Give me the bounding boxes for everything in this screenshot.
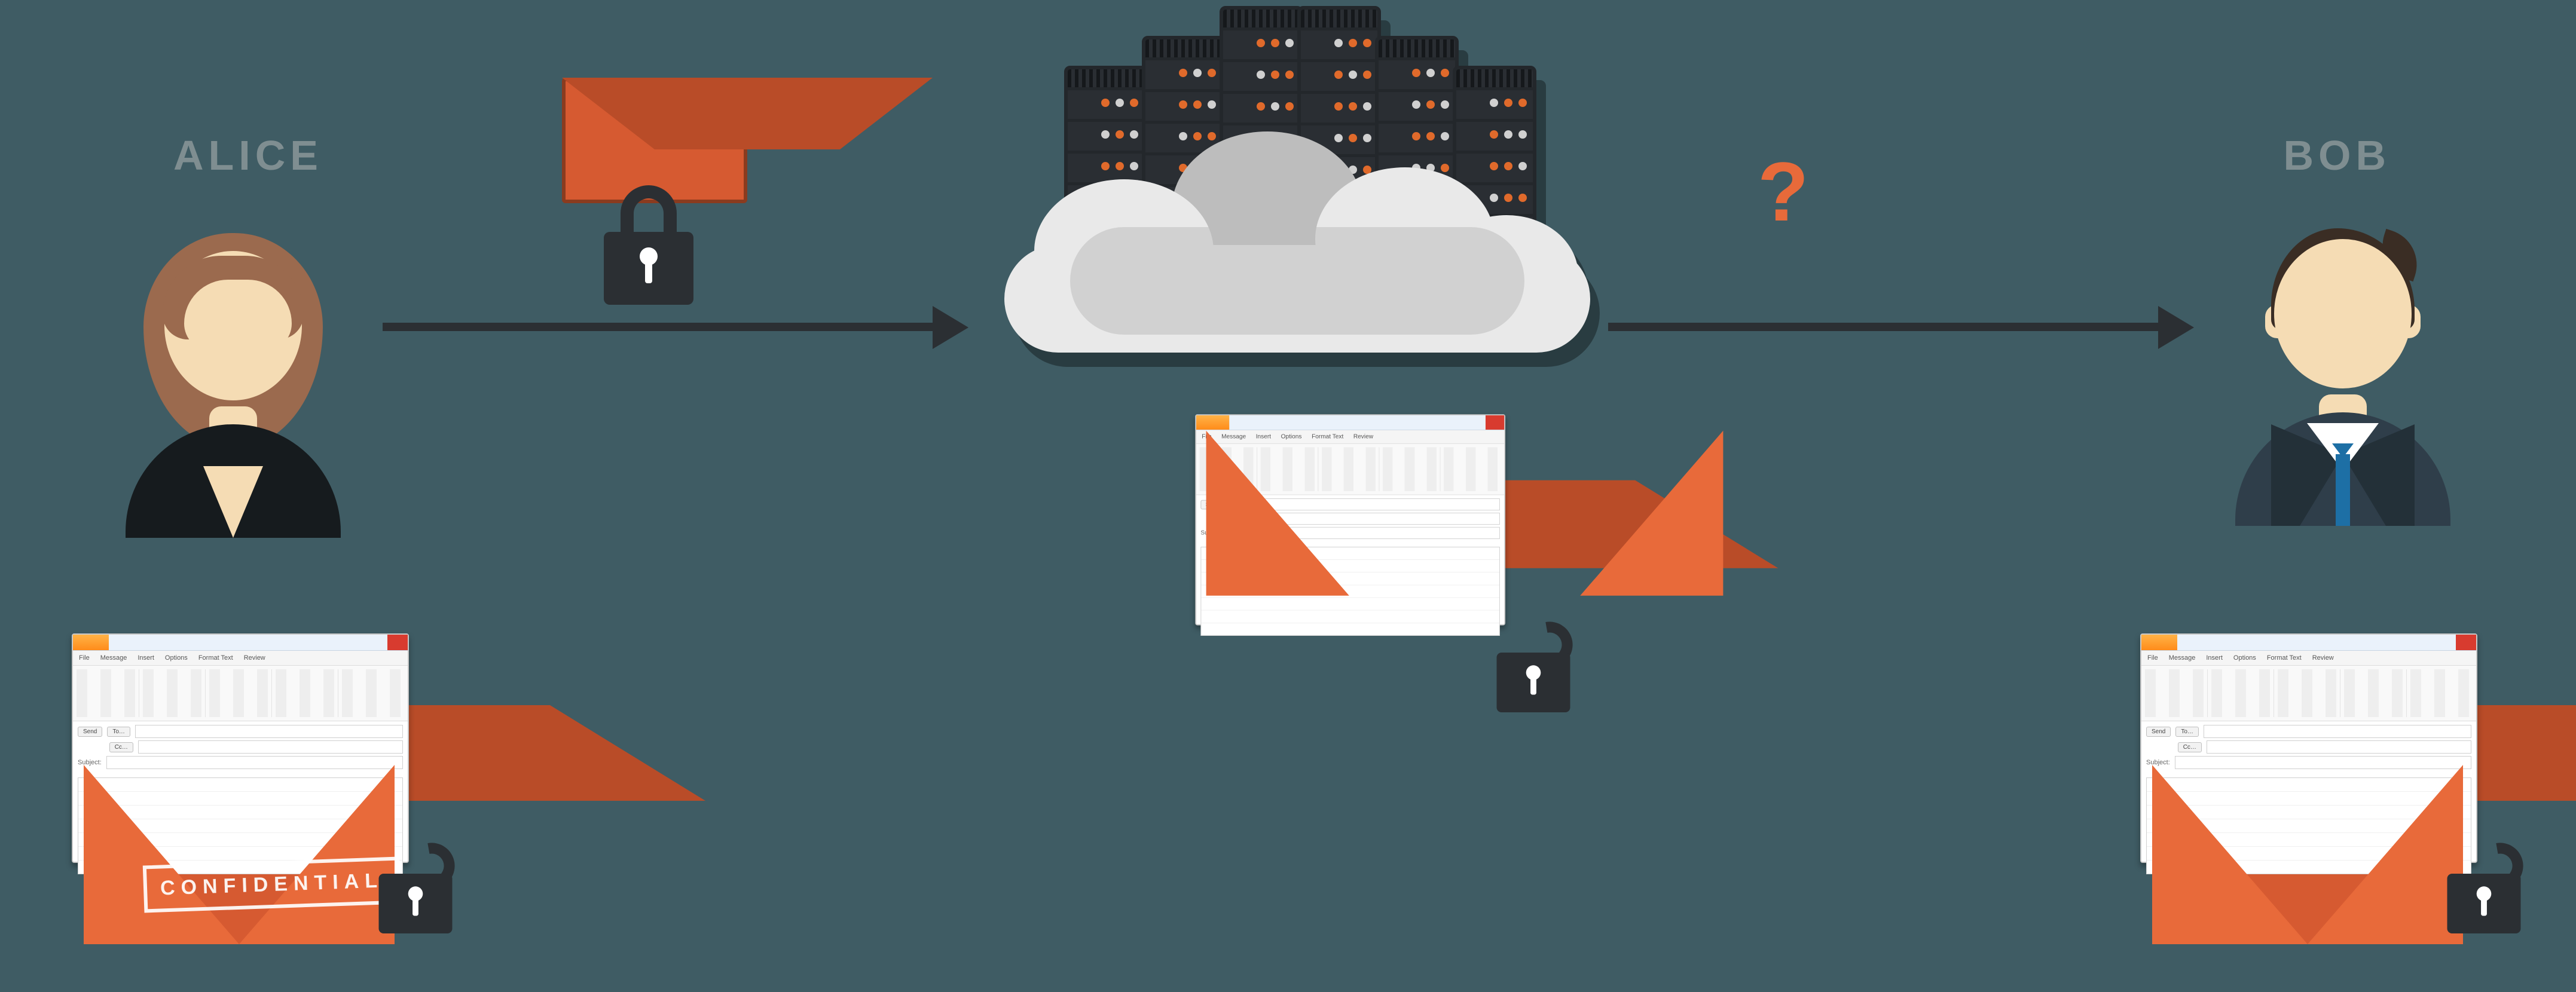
tab: Insert (137, 654, 154, 662)
to-field (2204, 725, 2471, 738)
arrow-right-icon (383, 323, 933, 331)
ribbon-group (2410, 669, 2473, 717)
person-alice-icon (108, 227, 359, 538)
cc-field (138, 740, 403, 754)
window-titlebar (1196, 415, 1504, 430)
ribbon-group (2278, 669, 2340, 717)
encryption-in-transit-diagram: ALICE BOB ? (0, 0, 2576, 992)
window-titlebar (73, 635, 408, 651)
tab: File (2147, 654, 2158, 662)
ribbon-group (2145, 669, 2208, 717)
tab: Format Text (2267, 654, 2302, 662)
ribbon-group (77, 669, 139, 717)
open-envelope-cloud: File Message Insert Options Format Text … (1173, 414, 1756, 596)
ribbon-tabs: File Message Insert Options Format Text … (73, 651, 408, 666)
tab: File (79, 654, 90, 662)
person-bob-icon (2217, 215, 2468, 526)
to-button: To… (107, 727, 130, 737)
send-button: Send (78, 727, 102, 737)
ribbon-group (2344, 669, 2407, 717)
tab: Insert (2206, 654, 2223, 662)
tab: Message (100, 654, 127, 662)
cc-button: Cc… (2178, 742, 2202, 752)
label-alice: ALICE (173, 131, 323, 179)
confidential-stamp: CONFIDENTIAL (143, 857, 401, 913)
tab: Message (2169, 654, 2196, 662)
tab: Review (1353, 433, 1373, 440)
arrow-right-icon (1608, 323, 2158, 331)
open-envelope-bob: File Message Insert Options Format Text … (2116, 633, 2499, 944)
lock-closed-icon (604, 185, 693, 305)
ribbon-group (1383, 447, 1441, 491)
open-envelope-alice: File Message Insert Options Format Text … (48, 633, 430, 944)
to-button: To… (2175, 727, 2199, 737)
ribbon-group (209, 669, 272, 717)
to-field (135, 725, 403, 738)
ribbon-group (2211, 669, 2274, 717)
tab: Options (2233, 654, 2256, 662)
cloud-icon (980, 173, 1614, 371)
question-mark-icon: ? (1758, 143, 1809, 240)
tab: Review (2312, 654, 2334, 662)
lock-open-icon (1497, 614, 1570, 712)
lock-open-icon (379, 835, 453, 933)
arrow-head-icon (933, 306, 968, 349)
ribbon-group (1444, 447, 1501, 491)
tab: Options (165, 654, 188, 662)
ribbon-tabs: File Message Insert Options Format Text … (2141, 651, 2476, 666)
send-button: Send (2146, 727, 2171, 737)
lock-open-icon (2447, 835, 2521, 933)
ribbon (73, 666, 408, 721)
label-bob: BOB (2283, 131, 2391, 179)
cc-field (2207, 740, 2471, 754)
cc-button: Cc… (109, 742, 133, 752)
ribbon-group (143, 669, 206, 717)
cloud-servers-icon (980, 0, 1614, 376)
envelope-icon (562, 78, 747, 203)
arrow-head-icon (2158, 306, 2194, 349)
window-titlebar (2141, 635, 2476, 651)
tab: Review (244, 654, 265, 662)
tab: Format Text (198, 654, 233, 662)
ribbon (2141, 666, 2476, 721)
ribbon-group (276, 669, 338, 717)
ribbon-group (342, 669, 404, 717)
